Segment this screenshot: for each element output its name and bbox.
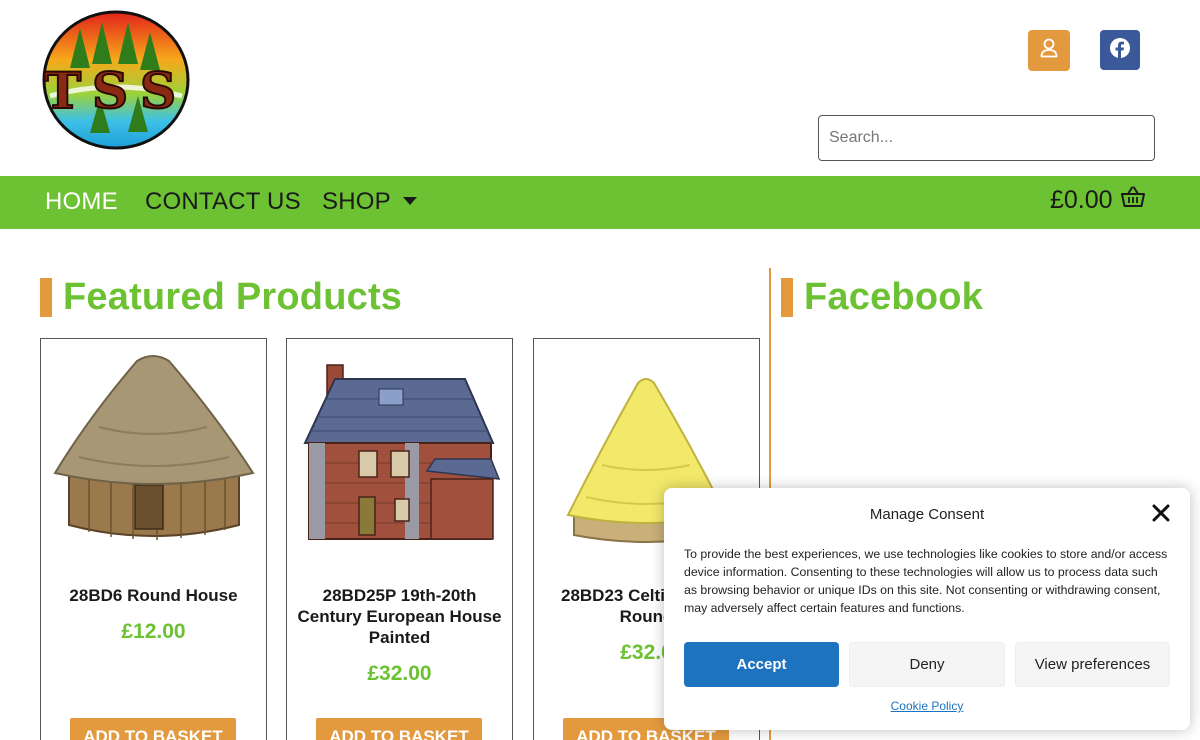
facebook-heading: Facebook: [781, 276, 983, 319]
product-price: £32.00: [367, 662, 432, 685]
nav-shop[interactable]: SHOP: [322, 188, 417, 216]
product-image[interactable]: [49, 347, 258, 557]
deny-button[interactable]: Deny: [849, 642, 1005, 687]
product-card[interactable]: 28BD25P 19th-20th Century European House…: [286, 338, 513, 740]
facebook-icon: [1110, 37, 1130, 63]
user-icon: [1040, 38, 1058, 63]
heading-accent-bar: [40, 278, 52, 317]
accept-button[interactable]: Accept: [684, 642, 839, 687]
product-price: £12.00: [121, 620, 186, 643]
nav-contact-us[interactable]: CONTACT US: [145, 188, 301, 216]
add-to-basket-button[interactable]: ADD TO BASKET: [316, 718, 482, 740]
product-name[interactable]: 28BD25P 19th-20th Century European House…: [293, 585, 506, 648]
facebook-title: Facebook: [804, 276, 983, 318]
heading-accent-bar: [781, 278, 793, 317]
svg-text:T: T: [44, 61, 81, 120]
cart-total: £0.00: [1050, 186, 1113, 214]
cart-button[interactable]: £0.00: [1050, 186, 1145, 215]
chevron-down-icon: [402, 196, 417, 205]
svg-text:S: S: [140, 61, 176, 120]
close-icon[interactable]: [1152, 504, 1170, 522]
site-logo[interactable]: T S S: [40, 8, 192, 154]
consent-text: To provide the best experiences, we use …: [684, 547, 1168, 615]
featured-products-title: Featured Products: [63, 276, 403, 318]
product-image[interactable]: [295, 347, 504, 557]
add-to-basket-button[interactable]: ADD TO BASKET: [70, 718, 236, 740]
product-card[interactable]: 28BD6 Round House £12.00 ADD TO BASKET: [40, 338, 267, 740]
facebook-button[interactable]: [1100, 30, 1140, 70]
nav-shop-label: SHOP: [322, 188, 391, 215]
main-nav: HOME CONTACT US SHOP £0.00: [0, 176, 1200, 229]
cookie-consent-dialog: Manage Consent To provide the best exper…: [664, 488, 1190, 730]
nav-home[interactable]: HOME: [45, 188, 118, 216]
cookie-policy-link[interactable]: Cookie Policy: [664, 699, 1190, 713]
view-preferences-button[interactable]: View preferences: [1015, 642, 1170, 687]
site-header: T S S: [0, 0, 1200, 176]
product-name[interactable]: 28BD6 Round House: [47, 585, 260, 606]
search-input[interactable]: [818, 115, 1155, 161]
account-button[interactable]: [1028, 30, 1070, 71]
basket-icon: [1120, 186, 1145, 215]
consent-title: Manage Consent: [869, 506, 985, 523]
featured-products-heading: Featured Products: [40, 276, 402, 319]
svg-text:S: S: [92, 61, 128, 120]
